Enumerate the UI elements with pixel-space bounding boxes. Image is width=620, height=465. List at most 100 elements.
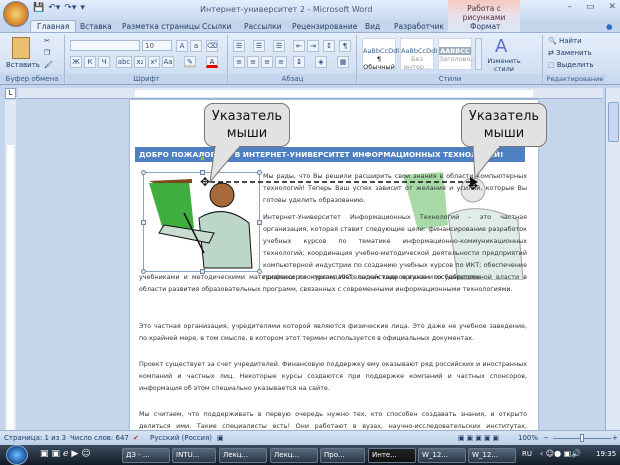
tab-mailings[interactable]: Рассылки — [244, 22, 282, 31]
ruler-tab-selector[interactable]: L — [5, 88, 16, 99]
group-paragraph: ☰ ☰ ☰ ⇤ ⇥ ↕ ¶ ≡ ≡ ≡ ≡ ↨ ◈ ▦ Абзац — [229, 35, 357, 84]
strikethrough-button[interactable]: abc — [116, 56, 132, 68]
paste-button[interactable]: Вставить — [6, 61, 40, 69]
quick-launch-icons[interactable]: ▣▣ℯ▶☺ — [40, 449, 94, 459]
resize-handle[interactable] — [141, 220, 146, 225]
tab-review[interactable]: Рецензирование — [292, 22, 357, 31]
grow-font-button[interactable]: A — [176, 40, 188, 52]
style-no-spacing[interactable]: AaBbCcDdI Без интер... — [400, 38, 437, 71]
callout-mouse-pointer: Указатель мыши — [461, 103, 547, 147]
tab-format[interactable]: Формат — [470, 22, 500, 31]
align-center-button[interactable]: ≡ — [247, 56, 259, 68]
style-normal[interactable]: AaBbCcDdI ¶ Обычный — [362, 38, 399, 71]
align-right-button[interactable]: ≡ — [261, 56, 273, 68]
scroll-thumb[interactable] — [608, 102, 619, 142]
format-painter-icon[interactable]: 🖌 — [44, 61, 53, 69]
bold-button[interactable]: Ж — [70, 56, 82, 68]
maximize-button[interactable]: ▭ — [586, 2, 595, 12]
zoom-in-button[interactable]: + — [612, 434, 618, 442]
superscript-button[interactable]: x² — [148, 56, 160, 68]
highlight-color-button[interactable]: ✎ — [184, 56, 196, 68]
language-indicator[interactable]: Русский (Россия) — [150, 434, 212, 442]
italic-button[interactable]: К — [84, 56, 96, 68]
macro-record-icon[interactable]: ▣ — [217, 434, 224, 442]
word-count[interactable]: Число слов: 647 — [70, 434, 129, 442]
resize-handle[interactable] — [257, 220, 262, 225]
clock[interactable]: 19:35 — [596, 450, 616, 458]
customize-qat-icon[interactable]: ▾ — [80, 3, 85, 17]
show-marks-button[interactable]: ¶ — [339, 40, 351, 52]
group-styles: AaBbCcDdI ¶ Обычный AaBbCcDdI Без интер...… — [358, 35, 543, 84]
shrink-font-button[interactable]: a — [190, 40, 202, 52]
taskbar-item[interactable]: Про... — [320, 448, 365, 463]
callout-pointer — [209, 146, 241, 184]
horizontal-ruler[interactable] — [18, 88, 603, 99]
copy-icon[interactable]: ❐ — [44, 49, 50, 57]
help-icon[interactable]: ● — [606, 22, 613, 31]
tab-home[interactable]: Главная — [30, 20, 77, 32]
tab-view[interactable]: Вид — [365, 22, 380, 31]
zoom-out-button[interactable]: − — [543, 434, 549, 442]
decrease-indent-button[interactable]: ⇤ — [293, 40, 305, 52]
change-styles-icon[interactable]: A — [495, 36, 507, 57]
ribbon: Вставить ✂ ❐ 🖌 Буфер обмена 10 A a ⌫ Ж К… — [0, 32, 620, 85]
clear-format-button[interactable]: ⌫ — [206, 40, 218, 52]
subscript-button[interactable]: x₂ — [134, 56, 146, 68]
taskbar-item[interactable]: Лекц... — [219, 448, 267, 463]
taskbar-item-active[interactable]: Инте... — [368, 448, 416, 463]
resize-handle[interactable] — [141, 170, 146, 175]
font-color-button[interactable]: A — [206, 56, 218, 68]
tab-insert[interactable]: Вставка — [80, 22, 112, 31]
find-button[interactable]: 🔍 Найти — [548, 37, 582, 45]
paragraph: Проект существует за счет учредителей. Ф… — [139, 360, 527, 392]
bullets-button[interactable]: ☰ — [233, 40, 245, 52]
style-heading[interactable]: AABBCC Заголово... — [438, 38, 477, 70]
select-button[interactable]: ⬚ Выделить — [548, 61, 594, 69]
minimize-button[interactable]: – — [567, 2, 572, 12]
cut-icon[interactable]: ✂ — [44, 37, 50, 45]
shading-button[interactable]: ◈ — [315, 56, 327, 68]
zoom-slider-thumb[interactable] — [580, 434, 584, 442]
language-bar[interactable]: RU — [522, 450, 532, 458]
close-button[interactable]: ✕ — [608, 2, 616, 12]
change-styles-button[interactable]: Изменить стили — [484, 57, 524, 73]
styles-scrollbar[interactable] — [475, 38, 482, 70]
redo-icon[interactable]: ↷▾ — [64, 3, 76, 17]
save-icon[interactable]: 💾 — [33, 3, 44, 17]
tab-developer[interactable]: Разработчик — [394, 22, 444, 31]
spellcheck-icon[interactable]: ✔ — [133, 434, 139, 442]
vertical-ruler[interactable] — [5, 100, 16, 430]
style-name: Заголово... — [439, 55, 477, 63]
vertical-scrollbar[interactable] — [605, 88, 620, 430]
taskbar-item[interactable]: W_12... — [418, 448, 466, 463]
zoom-level[interactable]: 100% — [518, 434, 538, 442]
multilevel-list-button[interactable]: ☰ — [273, 40, 285, 52]
tab-page-layout[interactable]: Разметка страницы — [122, 22, 200, 31]
page-indicator[interactable]: Страница: 1 из 3 — [4, 434, 66, 442]
change-case-button[interactable]: Aa — [162, 56, 174, 68]
font-name-input[interactable] — [70, 40, 140, 51]
increase-indent-button[interactable]: ⇥ — [307, 40, 319, 52]
justify-button[interactable]: ≡ — [275, 56, 287, 68]
office-button[interactable] — [3, 1, 29, 27]
sort-button[interactable]: ↕ — [323, 40, 335, 52]
start-button[interactable] — [6, 445, 28, 465]
line-spacing-button[interactable]: ↨ — [293, 56, 305, 68]
replace-button[interactable]: ⇄ Заменить — [548, 49, 592, 57]
group-label: Стили — [358, 74, 542, 84]
font-size-input[interactable]: 10 — [142, 40, 172, 51]
taskbar-item[interactable]: Лекц... — [270, 448, 318, 463]
align-left-button[interactable]: ≡ — [233, 56, 245, 68]
tray-icons[interactable]: ‹ ☺● ▣🔊 — [540, 449, 581, 458]
numbering-button[interactable]: ☰ — [253, 40, 265, 52]
underline-button[interactable]: Ч — [98, 56, 110, 68]
taskbar-item[interactable]: INTU... — [172, 448, 216, 463]
style-preview: AABBCC — [439, 47, 471, 55]
view-buttons[interactable]: ▣▣▣▣▣ — [458, 434, 501, 442]
taskbar-item[interactable]: W_12... — [468, 448, 516, 463]
tab-references[interactable]: Ссылки — [202, 22, 231, 31]
undo-icon[interactable]: ↶▾ — [48, 3, 60, 17]
paste-icon[interactable] — [12, 37, 30, 59]
borders-button[interactable]: ▦ — [337, 56, 349, 68]
taskbar-item[interactable]: ДЗ - ... — [122, 448, 170, 463]
